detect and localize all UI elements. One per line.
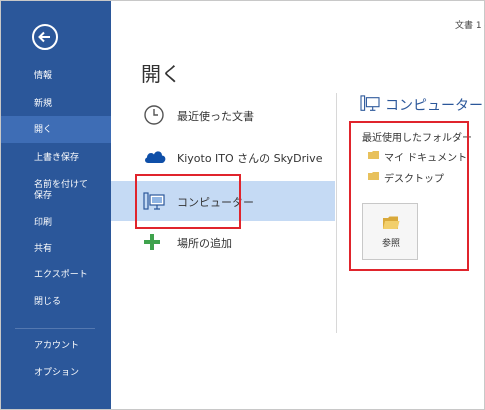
- back-arrow-icon: [38, 31, 50, 43]
- place-skydrive[interactable]: Kiyoto ITO さんの SkyDrive: [111, 137, 335, 177]
- nav-open[interactable]: 開く: [1, 116, 111, 143]
- plus-icon: [144, 234, 160, 250]
- highlight-box-computer: [135, 174, 241, 229]
- place-label: 最近使った文書: [177, 110, 254, 123]
- nav-save-as-line2[interactable]: 保存: [1, 190, 111, 202]
- right-panel-title: コンピューター: [385, 98, 483, 114]
- sidebar-separator: [15, 328, 95, 329]
- nav-share[interactable]: 共有: [1, 243, 111, 255]
- nav-export[interactable]: エクスポート: [1, 269, 111, 281]
- place-label: Kiyoto ITO さんの SkyDrive: [177, 152, 323, 165]
- nav-account[interactable]: アカウント: [1, 340, 111, 352]
- computer-icon: [360, 95, 380, 111]
- back-button[interactable]: [32, 24, 58, 50]
- panel-divider: [336, 93, 337, 333]
- cloud-icon: [145, 151, 166, 163]
- nav-info[interactable]: 情報: [1, 70, 111, 82]
- nav-save[interactable]: 上書き保存: [1, 152, 111, 164]
- highlight-box-right-panel: [349, 121, 469, 271]
- place-label: 場所の追加: [177, 237, 232, 250]
- nav-options[interactable]: オプション: [1, 367, 111, 379]
- backstage-sidebar: 情報 新規 開く 上書き保存 名前を付けて 保存 印刷 共有 エクスポート 閉じ…: [1, 1, 111, 409]
- nav-print[interactable]: 印刷: [1, 217, 111, 229]
- document-title: 文書 1 -: [455, 21, 485, 31]
- nav-new[interactable]: 新規: [1, 98, 111, 110]
- nav-close[interactable]: 閉じる: [1, 296, 111, 308]
- clock-icon: [144, 105, 164, 125]
- page-title: 開く: [141, 62, 181, 86]
- place-recent-documents[interactable]: 最近使った文書: [111, 95, 335, 135]
